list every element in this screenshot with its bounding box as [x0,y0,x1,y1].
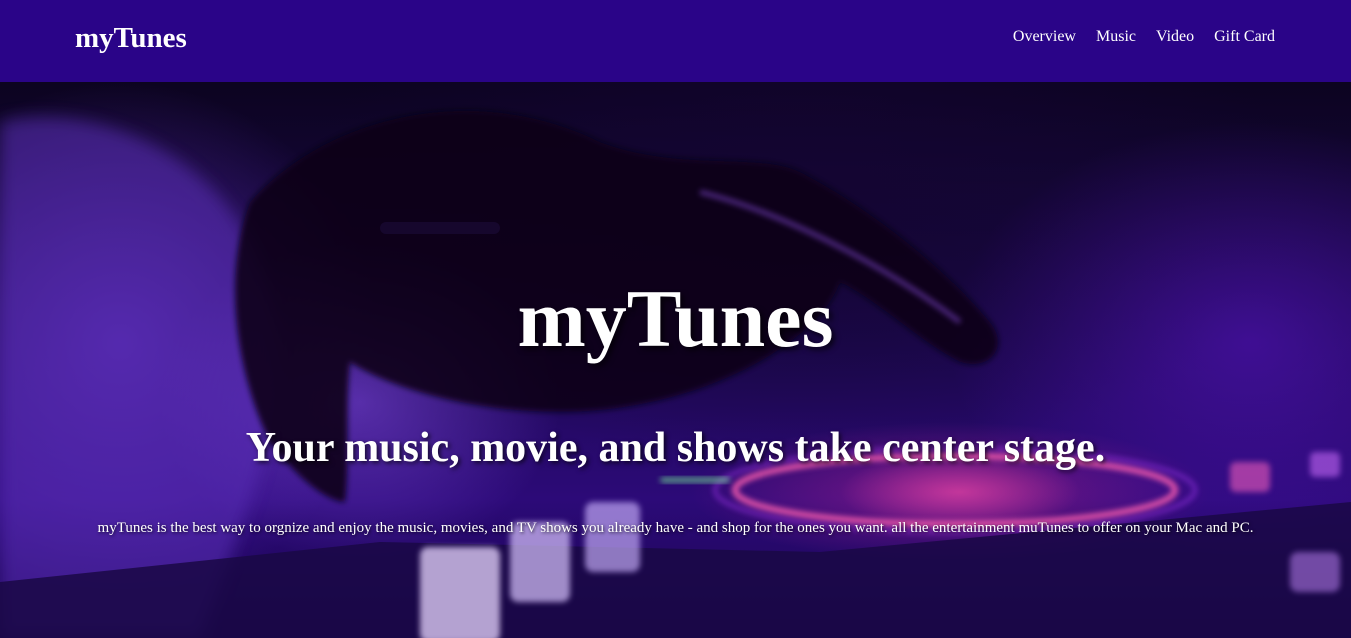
nav-link-music[interactable]: Music [1096,28,1136,46]
hero-title: myTunes [517,273,834,364]
hero-description: myTunes is the best way to orgnize and e… [97,520,1254,536]
brand-logo-link[interactable]: myTunes [75,22,187,55]
nav-link-video[interactable]: Video [1156,28,1194,46]
main-nav: Overview Music Video Gift Card [1013,28,1275,46]
hero-subtitle: Your music, movie, and shows take center… [245,425,1106,471]
nav-link-gift-card[interactable]: Gift Card [1214,28,1275,46]
nav-link-overview[interactable]: Overview [1013,28,1076,46]
hero-section: myTunes Your music, movie, and shows tak… [0,82,1351,638]
hero-content: myTunes Your music, movie, and shows tak… [0,82,1351,638]
top-navbar: myTunes Overview Music Video Gift Card [0,0,1351,82]
